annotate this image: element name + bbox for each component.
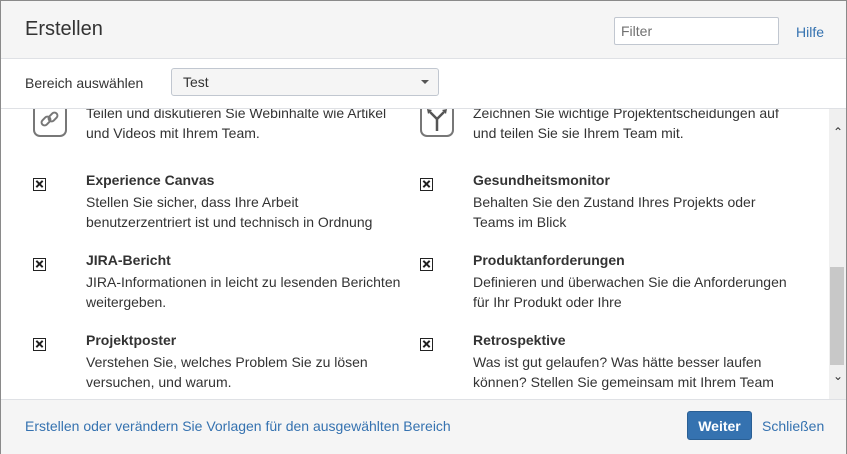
blueprint-title: Retrospektive [473, 332, 566, 348]
blueprint-description: Was ist gut gelaufen? Was hätte besser l… [473, 354, 774, 390]
dropdown-caret-icon [421, 80, 429, 84]
blueprint-title: Gesundheitsmonitor [473, 172, 610, 188]
scroll-down-icon[interactable]: ⌄ [833, 369, 843, 383]
blueprint-title: Experience Canvas [86, 172, 215, 188]
scroll-up-icon[interactable]: ⌃ [833, 125, 843, 139]
manage-templates-link[interactable]: Erstellen oder verändern Sie Vorlagen fü… [25, 418, 451, 434]
create-dialog: Erstellen Hilfe Bereich auswählen Test T… [0, 0, 847, 454]
blueprint-title: Produktanforderungen [473, 252, 625, 268]
close-link[interactable]: Schließen [762, 418, 824, 434]
filter-input[interactable] [614, 17, 779, 45]
blueprint-description: Zeichnen Sie wichtige Projektentscheidun… [473, 109, 779, 141]
blueprint-description: Verstehen Sie, welches Problem Sie zu lö… [86, 354, 368, 390]
dialog-header: Erstellen Hilfe [1, 1, 846, 59]
dialog-footer: Erstellen oder verändern Sie Vorlagen fü… [1, 399, 846, 454]
scrollbar-thumb[interactable] [830, 267, 844, 365]
blueprint-title: Projektposter [86, 332, 177, 348]
dialog-title: Erstellen [25, 18, 103, 40]
space-selector-row: Bereich auswählen Test [1, 59, 846, 109]
blueprint-description: Stellen Sie sicher, dass Ihre Arbeit ben… [86, 194, 373, 230]
next-button[interactable]: Weiter [687, 411, 752, 440]
blueprint-description: JIRA-Informationen in leicht zu lesenden… [86, 274, 401, 310]
space-label: Bereich auswählen [25, 75, 144, 91]
vertical-scrollbar[interactable]: ⌃ ⌄ [829, 109, 846, 399]
blueprint-description: Behalten Sie den Zustand Ihres Projekts … [473, 194, 756, 230]
help-link[interactable]: Hilfe [796, 24, 824, 40]
blueprint-list: Teilen und diskutieren Sie Webinhalte wi… [1, 109, 829, 399]
blueprint-title: JIRA-Bericht [86, 252, 171, 268]
space-select[interactable]: Test [171, 68, 439, 96]
space-selected-value: Test [183, 74, 209, 90]
blueprint-description: Definieren und überwachen Sie die Anford… [473, 274, 787, 310]
blueprint-description: Teilen und diskutieren Sie Webinhalte wi… [86, 109, 387, 141]
